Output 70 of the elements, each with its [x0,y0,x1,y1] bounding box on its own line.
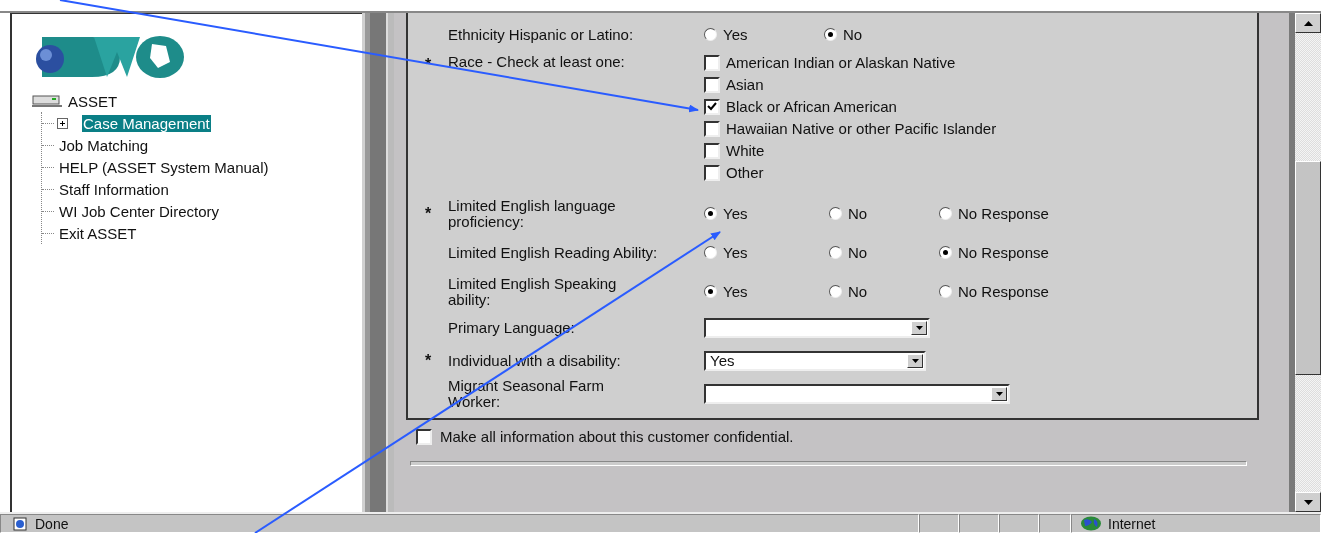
field-label: Limited English Speaking ability: [448,275,618,308]
option-label: Yes [723,283,748,300]
dropdown-field[interactable] [704,317,930,338]
scroll-up-button[interactable] [1295,13,1321,33]
radio-button[interactable] [704,285,717,298]
field-label: Primary Language: [448,319,576,336]
checkbox[interactable] [704,98,720,115]
radio-button[interactable] [829,285,842,298]
down-arrow-icon [1303,499,1313,505]
up-arrow-icon [1303,20,1313,26]
field-label: Race - Check at least one: [448,54,626,70]
required-marker: * [423,204,433,223]
status-pane [999,514,1039,533]
option-label: White [726,142,765,159]
option-label: Asian [726,76,764,93]
tree-item[interactable]: Exit ASSET [58,224,138,242]
tree-item[interactable]: WI Job Center Directory [58,202,221,220]
tree-item[interactable]: Job Matching [58,136,150,154]
option-label: No Response [958,283,1049,300]
option-label: No Response [958,244,1049,261]
radio-button[interactable] [704,246,717,259]
tree-item[interactable]: Staff Information [58,180,170,198]
scrollbar[interactable] [1289,13,1321,512]
checkbox[interactable] [704,120,720,137]
checkbox[interactable] [704,54,720,71]
page-icon [13,516,29,531]
radio-button[interactable] [704,28,717,41]
scroll-down-button[interactable] [1295,492,1321,512]
checkbox[interactable] [704,164,720,181]
field-label: Limited English language proficiency: [448,197,617,230]
radio-button[interactable] [704,207,717,220]
field-value: Yes [710,352,735,369]
option-label: American Indian or Alaskan Native [726,54,956,71]
option-label: No Response [958,205,1049,222]
status-pane [959,514,999,533]
expand-icon[interactable] [57,117,68,129]
tree-root[interactable]: ASSET [68,92,118,110]
checkbox-label: Make all information about this customer confidential. [440,428,794,445]
option-label: No [848,244,868,261]
field-label: Limited English Reading Ability: [448,244,659,261]
radio-button[interactable] [939,207,952,220]
dropdown-field[interactable]: Yes [704,350,926,371]
scroll-thumb[interactable] [1295,161,1321,375]
radio-button[interactable] [939,285,952,298]
checkbox[interactable] [704,76,720,93]
tree-item[interactable]: HELP (ASSET System Manual) [58,158,270,176]
computer-icon [32,94,62,108]
checkbox[interactable] [416,428,432,445]
option-label: Yes [723,205,748,222]
option-label: Black or African American [726,98,897,115]
option-label: No [843,26,863,43]
option-label: Other [726,164,764,181]
field-label: Ethnicity Hispanic or Latino: [448,26,635,43]
option-label: No [848,283,868,300]
globe-icon [1080,516,1102,531]
pane-splitter[interactable] [362,13,394,512]
status-text: Done [35,515,69,532]
option-label: No [848,205,868,222]
option-label: Yes [723,26,748,43]
radio-button[interactable] [939,246,952,259]
radio-button[interactable] [829,246,842,259]
option-label: Hawaiian Native or other Pacific Islander [726,120,997,137]
radio-button[interactable] [824,28,837,41]
checkbox[interactable] [704,142,720,159]
zone-text: Internet [1108,515,1156,532]
required-marker: * [423,351,433,370]
dropdown-field[interactable] [704,383,1010,404]
option-label: Yes [723,244,748,261]
tree-item[interactable]: Case Management [82,114,211,132]
radio-button[interactable] [829,207,842,220]
